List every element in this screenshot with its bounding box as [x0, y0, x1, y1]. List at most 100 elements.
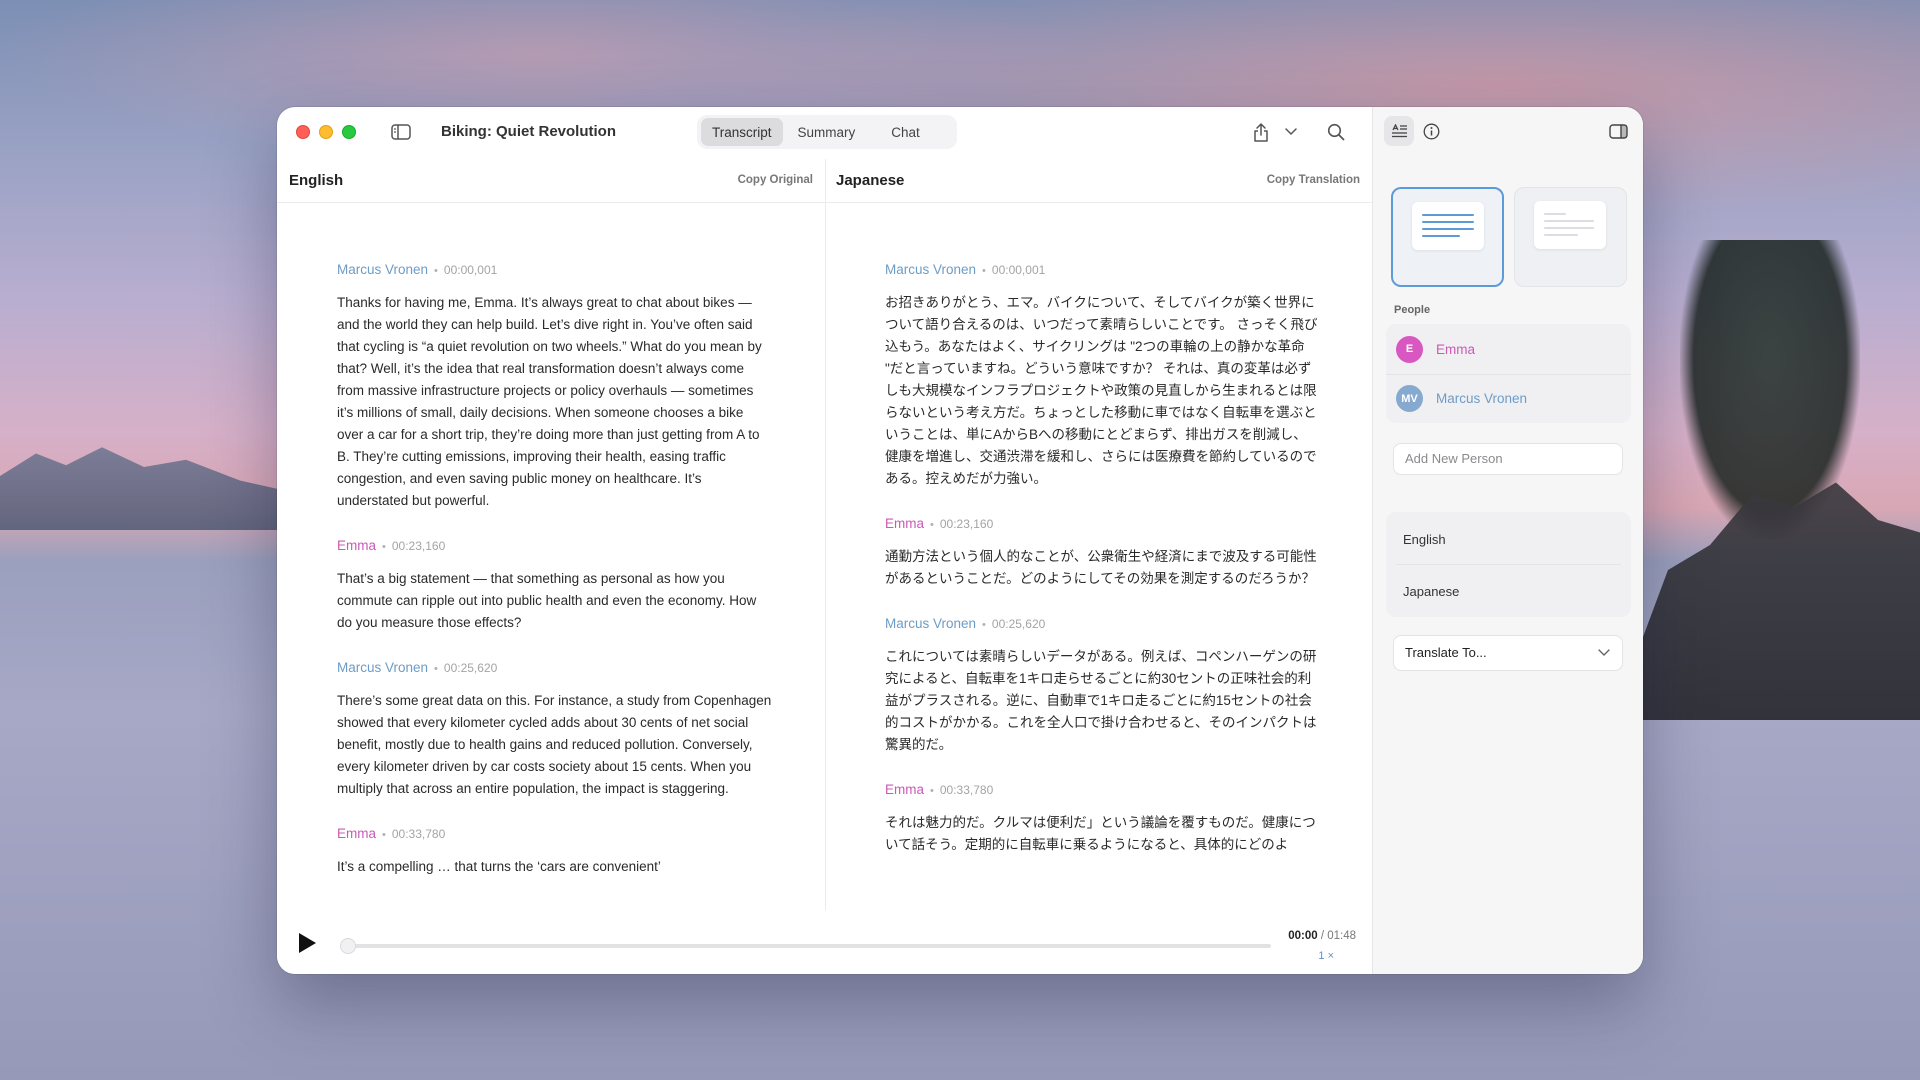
- person-item-marcus-vronen[interactable]: MV Marcus Vronen: [1386, 374, 1631, 422]
- transcript-entry: Emma • 00:23,160 通勤方法という個人的なことが、公衆衛生や経済にまで…: [885, 516, 1320, 590]
- translate-to-label: Translate To...: [1405, 645, 1487, 660]
- view-tabs: Transcript Summary Chat: [697, 115, 957, 149]
- copy-original-button[interactable]: Copy Original: [738, 174, 813, 186]
- speaker-name[interactable]: Marcus Vronen: [885, 262, 976, 277]
- timestamp[interactable]: 00:33,780: [392, 827, 445, 841]
- right-panel-toggle-icon[interactable]: [1605, 118, 1631, 144]
- main-pane: Biking: Quiet Revolution Transcript Summ…: [277, 107, 1372, 974]
- total-time: 01:48: [1327, 930, 1356, 942]
- timestamp[interactable]: 00:00,001: [444, 263, 497, 277]
- divider: [1396, 564, 1621, 565]
- transcript-entry: Emma • 00:33,780 It’s a compelling … that …: [337, 826, 772, 878]
- transcript-entry: Marcus Vronen • 00:00,001 Thanks for havin…: [337, 262, 772, 512]
- column-divider: [825, 159, 826, 974]
- time-separator: /: [1317, 930, 1328, 942]
- speaker-name[interactable]: Marcus Vronen: [337, 262, 428, 277]
- timestamp[interactable]: 00:25,620: [444, 661, 497, 675]
- entry-text: There’s some great data on this. For ins…: [337, 693, 772, 796]
- layout-option-list[interactable]: [1514, 187, 1627, 287]
- translation-language-label: Japanese: [836, 172, 905, 189]
- audio-player: 00:00 / 01:48 1 ×: [277, 910, 1372, 974]
- layout-preview: [1412, 202, 1484, 250]
- close-window-button[interactable]: [296, 125, 310, 139]
- entry-text: That’s a big statement — that something …: [337, 571, 757, 630]
- zoom-window-button[interactable]: [342, 125, 356, 139]
- original-transcript: Marcus Vronen • 00:00,001 Thanks for havin…: [337, 204, 772, 974]
- timestamp[interactable]: 00:00,001: [992, 263, 1045, 277]
- avatar: E: [1396, 335, 1423, 363]
- transcript-entry: Marcus Vronen • 00:00,001 お招きありがとう、エマ。バイクに…: [885, 262, 1320, 490]
- chevron-down-icon[interactable]: [1281, 121, 1301, 143]
- speaker-name[interactable]: Emma: [337, 538, 376, 553]
- preview-line: [1422, 214, 1474, 216]
- people-section-label: People: [1394, 304, 1431, 316]
- dot-separator: •: [982, 265, 986, 277]
- sidebar-toggle-icon[interactable]: [389, 121, 413, 143]
- info-icon[interactable]: [1418, 118, 1444, 144]
- progress-track[interactable]: [345, 944, 1271, 948]
- speaker-name[interactable]: Emma: [885, 782, 924, 797]
- transcript-entry: Emma • 00:23,160 That’s a big statement — …: [337, 538, 772, 634]
- entry-text: Thanks for having me, Emma. It’s always …: [337, 295, 762, 508]
- transcript-entry: Marcus Vronen • 00:25,620 これについては素晴らしいデータが…: [885, 616, 1320, 756]
- timestamp[interactable]: 00:23,160: [392, 539, 445, 553]
- chevron-down-icon: [1598, 636, 1610, 670]
- dot-separator: •: [434, 663, 438, 675]
- original-language-label: English: [289, 172, 344, 189]
- entry-meta: Emma • 00:33,780: [337, 826, 772, 841]
- timestamp[interactable]: 00:25,620: [992, 617, 1045, 631]
- layout-preview: [1534, 201, 1606, 249]
- speaker-name[interactable]: Marcus Vronen: [885, 616, 976, 631]
- dot-separator: •: [382, 829, 386, 841]
- entry-meta: Marcus Vronen • 00:25,620: [885, 616, 1320, 631]
- speaker-name[interactable]: Emma: [337, 826, 376, 841]
- add-person-input[interactable]: Add New Person: [1393, 443, 1623, 475]
- language-item-japanese[interactable]: Japanese: [1403, 584, 1459, 599]
- language-item-english[interactable]: English: [1403, 532, 1446, 547]
- background-mountains: [0, 447, 300, 530]
- transcript-entry: Emma • 00:33,780 それは魅力的だ。クルマは便利だ」という議論を覆すも…: [885, 782, 1320, 856]
- avatar: MV: [1396, 385, 1423, 412]
- transcript-format-icon[interactable]: [1384, 116, 1414, 146]
- preview-line: [1422, 235, 1460, 237]
- transcript-entry: Marcus Vronen • 00:25,620 There’s some gre…: [337, 660, 772, 800]
- preview-line: [1544, 213, 1566, 215]
- dot-separator: •: [930, 785, 934, 797]
- titlebar: Biking: Quiet Revolution Transcript Summ…: [277, 107, 1372, 159]
- person-name: Marcus Vronen: [1436, 391, 1528, 406]
- speaker-name[interactable]: Emma: [885, 516, 924, 531]
- entry-meta: Marcus Vronen • 00:00,001: [337, 262, 772, 277]
- app-window: Biking: Quiet Revolution Transcript Summ…: [277, 107, 1643, 974]
- preview-line: [1544, 220, 1594, 222]
- person-item-emma[interactable]: E Emma: [1386, 325, 1631, 373]
- preview-line: [1544, 227, 1594, 229]
- translation-header: Japanese Copy Translation: [826, 159, 1372, 203]
- dot-separator: •: [382, 541, 386, 553]
- timestamp[interactable]: 00:23,160: [940, 517, 993, 531]
- speaker-name[interactable]: Marcus Vronen: [337, 660, 428, 675]
- original-header: English Copy Original: [277, 159, 825, 203]
- tab-chat[interactable]: Chat: [880, 118, 931, 146]
- time-readout: 00:00 / 01:48: [1288, 930, 1356, 942]
- dot-separator: •: [930, 519, 934, 531]
- minimize-window-button[interactable]: [319, 125, 333, 139]
- entry-text: これについては素晴らしいデータがある。例えば、コペンハーゲンの研究によると、自転…: [885, 649, 1317, 752]
- share-icon[interactable]: [1249, 120, 1273, 144]
- people-list: E Emma MV Marcus Vronen: [1386, 324, 1631, 423]
- search-icon[interactable]: [1324, 120, 1348, 144]
- translate-to-select[interactable]: Translate To...: [1393, 635, 1623, 671]
- entry-text: お招きありがとう、エマ。バイクについて、そしてバイクが築く世界について語り合える…: [885, 295, 1318, 486]
- entry-meta: Emma • 00:23,160: [885, 516, 1320, 531]
- playback-speed-button[interactable]: 1 ×: [1318, 950, 1334, 962]
- dot-separator: •: [982, 619, 986, 631]
- inspector-sidebar: People E Emma MV Marcus Vronen Add New P…: [1372, 107, 1643, 974]
- layout-option-paragraph[interactable]: [1391, 187, 1504, 287]
- copy-translation-button[interactable]: Copy Translation: [1267, 174, 1360, 186]
- language-list: English Japanese: [1386, 512, 1631, 617]
- tab-transcript[interactable]: Transcript: [701, 118, 783, 146]
- timestamp[interactable]: 00:33,780: [940, 783, 993, 797]
- progress-knob[interactable]: [340, 938, 356, 954]
- current-time: 00:00: [1288, 930, 1318, 942]
- play-icon[interactable]: [297, 932, 317, 959]
- tab-summary[interactable]: Summary: [787, 118, 867, 146]
